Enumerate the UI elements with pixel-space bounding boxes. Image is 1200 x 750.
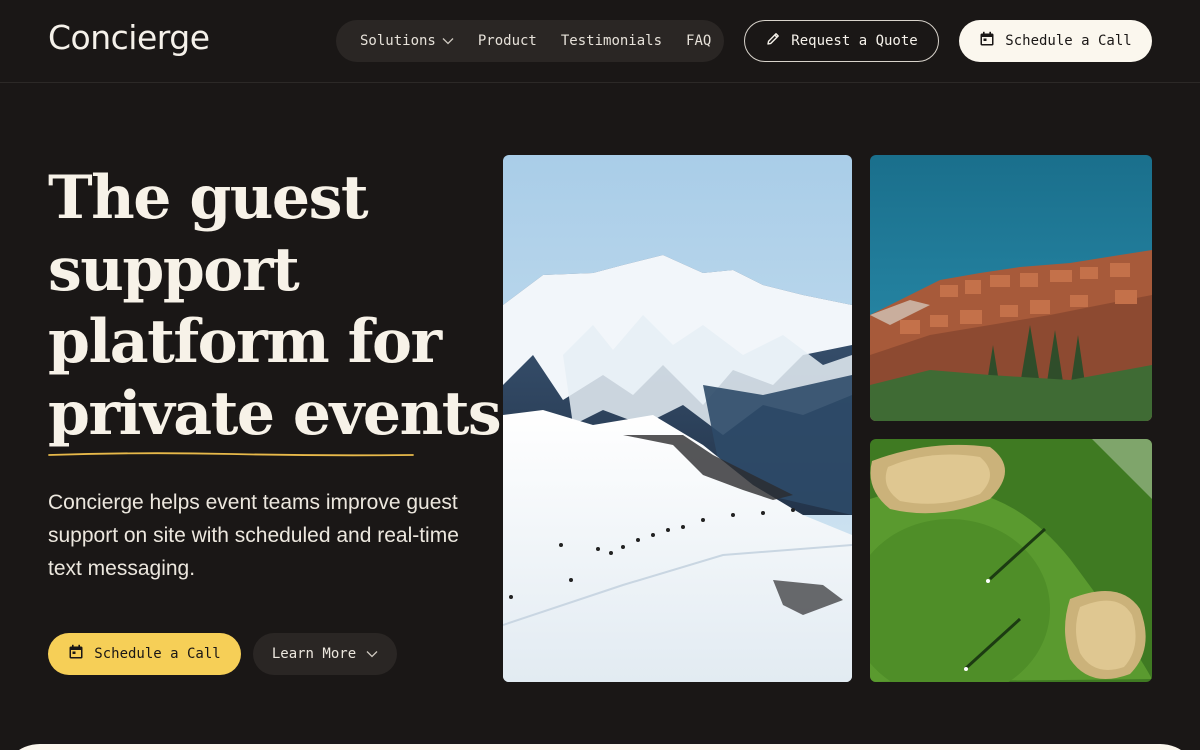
next-section-card — [0, 744, 1200, 750]
headline-underline — [48, 452, 414, 457]
nav-item-solutions[interactable]: Solutions — [360, 33, 454, 49]
chevron-down-icon — [366, 646, 378, 662]
headline-line: The guest — [48, 163, 369, 233]
headline-line: support — [48, 235, 300, 305]
nav-item-label: Product — [477, 33, 537, 49]
main-nav: Solutions Product Testimonials FAQ — [336, 20, 724, 62]
schedule-call-label: Schedule a Call — [94, 646, 221, 662]
nav-item-label: Testimonials — [560, 33, 663, 49]
headline-line: private events — [48, 379, 502, 449]
request-quote-label: Request a Quote — [791, 33, 918, 49]
calendar-icon — [979, 31, 995, 51]
golf-course-photo — [870, 439, 1152, 682]
logo[interactable]: Concierge — [48, 18, 210, 57]
nav-item-label: Solutions — [360, 33, 436, 49]
chevron-down-icon — [442, 33, 454, 49]
hero-subtext: Concierge helps event teams improve gues… — [48, 491, 459, 580]
nav-item-product[interactable]: Product — [478, 33, 537, 49]
schedule-call-label: Schedule a Call — [1005, 33, 1132, 49]
mountain-ski-photo — [503, 155, 852, 682]
learn-more-label: Learn More — [271, 646, 357, 662]
schedule-call-header-button[interactable]: Schedule a Call — [959, 20, 1152, 62]
request-quote-button[interactable]: Request a Quote — [744, 20, 939, 62]
nav-item-label: FAQ — [686, 33, 712, 49]
calendar-icon — [68, 644, 84, 664]
hero-headline: The guest support platform for private e… — [48, 162, 502, 450]
site-header: Concierge Solutions Product Testimonials… — [0, 0, 1200, 83]
nav-item-testimonials[interactable]: Testimonials — [561, 33, 662, 49]
schedule-call-button[interactable]: Schedule a Call — [48, 633, 241, 675]
headline-line: platform for — [48, 307, 442, 377]
pencil-icon — [765, 31, 781, 51]
learn-more-button[interactable]: Learn More — [253, 633, 397, 675]
coastal-village-photo — [870, 155, 1152, 421]
nav-item-faq[interactable]: FAQ — [686, 33, 711, 49]
